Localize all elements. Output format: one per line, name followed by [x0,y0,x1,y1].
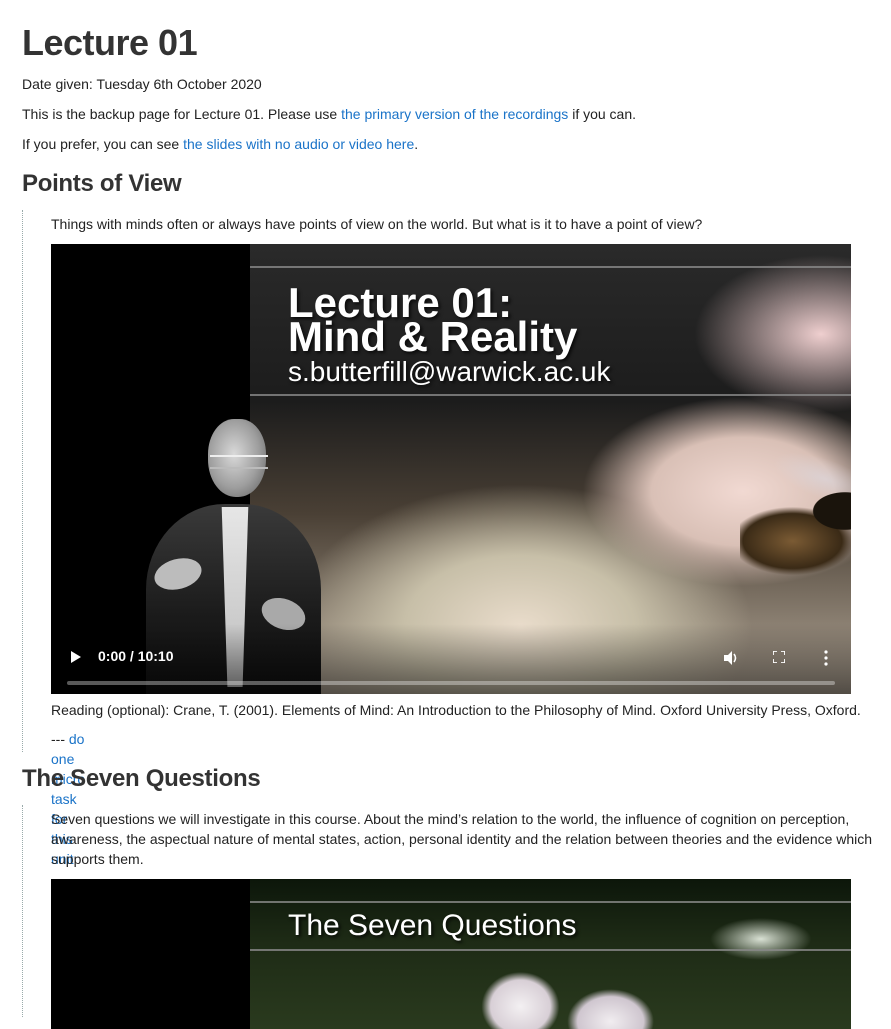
volume-icon[interactable] [723,650,739,666]
slide-rule-bottom [250,394,851,396]
video-frame: The Seven Questions [250,879,851,1029]
more-options-icon[interactable] [823,650,829,666]
slide-email: s.butterfill@warwick.ac.uk [288,356,611,387]
unit-description: Things with minds often or always have p… [51,216,703,232]
micro-task-prefix: --- [51,731,69,747]
date-given: Date given: Tuesday 6th October 2020 [22,76,262,92]
play-icon[interactable] [71,651,81,663]
slides-notice: If you prefer, you can see the slides wi… [22,136,418,152]
video-controls: 0:00 / 10:10 [51,624,851,694]
presenter-glasses [210,455,268,469]
slides-text-after: . [414,136,419,152]
backup-notice: This is the backup page for Lecture 01. … [22,106,636,122]
page-title: Lecture 01 [22,22,198,63]
unit-heading-points-of-view: Points of View [22,170,182,197]
slides-text-before: If you prefer, you can see [22,136,184,152]
unit-seven-questions: Seven questions we will investigate in t… [22,805,872,1029]
video-player[interactable]: The Seven Questions [51,879,851,1029]
unit-heading-seven-questions: The Seven Questions [22,765,261,792]
unit-description: Seven questions we will investigate in t… [51,811,873,867]
fullscreen-icon[interactable] [773,651,785,663]
slide-title-line2: Mind & Reality [288,313,578,360]
slides-only-link[interactable]: the slides with no audio or video here [183,136,414,152]
bee-image [740,469,851,589]
reading-note: Reading (optional): Crane, T. (2001). El… [51,702,861,718]
slide-rule-bottom [250,949,851,951]
video-player[interactable]: Lecture 01: Mind & Reality s.butterfill@… [51,244,851,694]
slide-rule-top [250,901,851,903]
video-time: 0:00 / 10:10 [98,648,174,664]
video-progress-bar[interactable] [67,681,835,685]
primary-recordings-link[interactable]: the primary version of the recordings [341,106,568,122]
backup-text-before: This is the backup page for Lecture 01. … [22,106,342,122]
unit-points-of-view: Things with minds often or always have p… [22,210,861,867]
backup-text-after: if you can. [568,106,637,122]
slide-title: The Seven Questions [288,909,577,942]
slide-rule-top [250,266,851,268]
